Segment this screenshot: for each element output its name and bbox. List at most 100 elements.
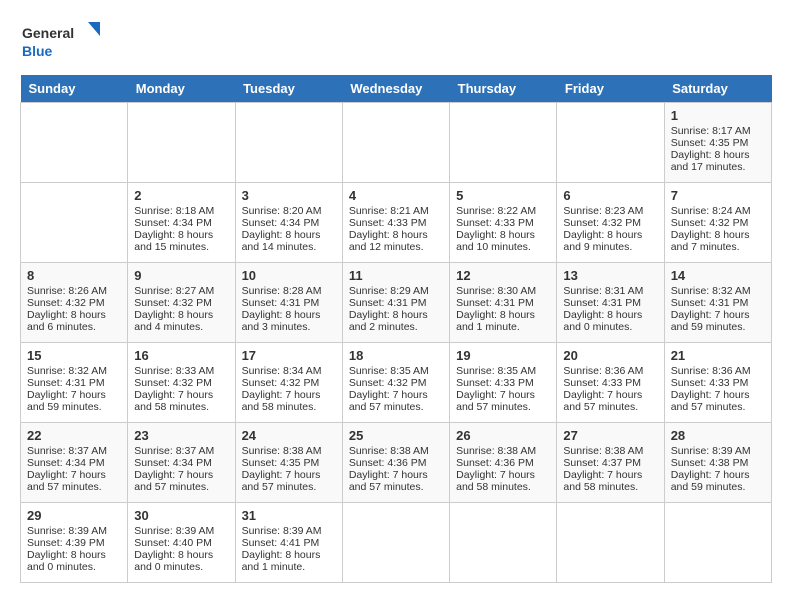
week-row: 1Sunrise: 8:17 AMSunset: 4:35 PMDaylight… (21, 103, 772, 183)
day-cell: 26Sunrise: 8:38 AMSunset: 4:36 PMDayligh… (450, 423, 557, 503)
header-row: SundayMondayTuesdayWednesdayThursdayFrid… (21, 75, 772, 103)
sunrise: Sunrise: 8:23 AM (563, 205, 643, 217)
sunset: Sunset: 4:33 PM (563, 377, 641, 389)
sunrise: Sunrise: 8:39 AM (671, 445, 751, 457)
sunrise: Sunrise: 8:38 AM (242, 445, 322, 457)
sunrise: Sunrise: 8:37 AM (134, 445, 214, 457)
sunset: Sunset: 4:34 PM (134, 217, 212, 229)
day-number: 24 (242, 428, 336, 443)
sunrise: Sunrise: 8:20 AM (242, 205, 322, 217)
day-number: 25 (349, 428, 443, 443)
week-row: 29Sunrise: 8:39 AMSunset: 4:39 PMDayligh… (21, 503, 772, 583)
daylight: Daylight: 8 hours and 2 minutes. (349, 309, 428, 333)
day-cell: 25Sunrise: 8:38 AMSunset: 4:36 PMDayligh… (342, 423, 449, 503)
day-number: 10 (242, 268, 336, 283)
sunrise: Sunrise: 8:29 AM (349, 285, 429, 297)
sunset: Sunset: 4:41 PM (242, 537, 320, 549)
day-number: 11 (349, 268, 443, 283)
daylight: Daylight: 7 hours and 59 minutes. (27, 389, 106, 413)
header-day: Monday (128, 75, 235, 103)
sunset: Sunset: 4:32 PM (349, 377, 427, 389)
sunrise: Sunrise: 8:26 AM (27, 285, 107, 297)
day-number: 27 (563, 428, 657, 443)
day-number: 26 (456, 428, 550, 443)
sunset: Sunset: 4:37 PM (563, 457, 641, 469)
daylight: Daylight: 8 hours and 15 minutes. (134, 229, 213, 253)
empty-cell (557, 103, 664, 183)
sunrise: Sunrise: 8:18 AM (134, 205, 214, 217)
calendar-table: SundayMondayTuesdayWednesdayThursdayFrid… (20, 75, 772, 583)
sunset: Sunset: 4:32 PM (134, 297, 212, 309)
day-number: 20 (563, 348, 657, 363)
day-cell (450, 503, 557, 583)
daylight: Daylight: 8 hours and 17 minutes. (671, 149, 750, 173)
svg-text:Blue: Blue (22, 43, 53, 59)
day-cell: 16Sunrise: 8:33 AMSunset: 4:32 PMDayligh… (128, 343, 235, 423)
sunrise: Sunrise: 8:38 AM (349, 445, 429, 457)
day-number: 2 (134, 188, 228, 203)
daylight: Daylight: 8 hours and 0 minutes. (27, 549, 106, 573)
day-cell: 24Sunrise: 8:38 AMSunset: 4:35 PMDayligh… (235, 423, 342, 503)
sunset: Sunset: 4:31 PM (563, 297, 641, 309)
empty-cell (21, 103, 128, 183)
sunrise: Sunrise: 8:22 AM (456, 205, 536, 217)
sunset: Sunset: 4:35 PM (242, 457, 320, 469)
daylight: Daylight: 7 hours and 57 minutes. (456, 389, 535, 413)
sunset: Sunset: 4:31 PM (242, 297, 320, 309)
day-number: 21 (671, 348, 765, 363)
day-cell: 9Sunrise: 8:27 AMSunset: 4:32 PMDaylight… (128, 263, 235, 343)
week-row: 15Sunrise: 8:32 AMSunset: 4:31 PMDayligh… (21, 343, 772, 423)
sunset: Sunset: 4:36 PM (456, 457, 534, 469)
day-number: 19 (456, 348, 550, 363)
day-cell: 21Sunrise: 8:36 AMSunset: 4:33 PMDayligh… (664, 343, 771, 423)
day-cell: 14Sunrise: 8:32 AMSunset: 4:31 PMDayligh… (664, 263, 771, 343)
day-cell (21, 183, 128, 263)
sunset: Sunset: 4:33 PM (456, 217, 534, 229)
day-cell: 11Sunrise: 8:29 AMSunset: 4:31 PMDayligh… (342, 263, 449, 343)
sunset: Sunset: 4:31 PM (456, 297, 534, 309)
day-number: 23 (134, 428, 228, 443)
day-number: 8 (27, 268, 121, 283)
sunrise: Sunrise: 8:39 AM (242, 525, 322, 537)
daylight: Daylight: 8 hours and 0 minutes. (134, 549, 213, 573)
day-number: 18 (349, 348, 443, 363)
sunset: Sunset: 4:32 PM (27, 297, 105, 309)
sunrise: Sunrise: 8:32 AM (671, 285, 751, 297)
day-number: 17 (242, 348, 336, 363)
sunset: Sunset: 4:31 PM (27, 377, 105, 389)
logo: General Blue (20, 20, 100, 65)
day-cell: 19Sunrise: 8:35 AMSunset: 4:33 PMDayligh… (450, 343, 557, 423)
day-number: 12 (456, 268, 550, 283)
daylight: Daylight: 7 hours and 58 minutes. (563, 469, 642, 493)
sunrise: Sunrise: 8:35 AM (349, 365, 429, 377)
daylight: Daylight: 7 hours and 57 minutes. (27, 469, 106, 493)
day-cell: 1Sunrise: 8:17 AMSunset: 4:35 PMDaylight… (664, 103, 771, 183)
header-day: Sunday (21, 75, 128, 103)
sunset: Sunset: 4:34 PM (134, 457, 212, 469)
daylight: Daylight: 7 hours and 57 minutes. (349, 389, 428, 413)
sunset: Sunset: 4:34 PM (27, 457, 105, 469)
sunrise: Sunrise: 8:24 AM (671, 205, 751, 217)
day-cell (342, 503, 449, 583)
day-cell: 28Sunrise: 8:39 AMSunset: 4:38 PMDayligh… (664, 423, 771, 503)
week-row: 8Sunrise: 8:26 AMSunset: 4:32 PMDaylight… (21, 263, 772, 343)
day-number: 14 (671, 268, 765, 283)
daylight: Daylight: 7 hours and 58 minutes. (242, 389, 321, 413)
sunset: Sunset: 4:40 PM (134, 537, 212, 549)
day-cell: 22Sunrise: 8:37 AMSunset: 4:34 PMDayligh… (21, 423, 128, 503)
daylight: Daylight: 8 hours and 12 minutes. (349, 229, 428, 253)
week-row: 22Sunrise: 8:37 AMSunset: 4:34 PMDayligh… (21, 423, 772, 503)
daylight: Daylight: 7 hours and 57 minutes. (563, 389, 642, 413)
sunset: Sunset: 4:35 PM (671, 137, 749, 149)
day-number: 9 (134, 268, 228, 283)
empty-cell (342, 103, 449, 183)
day-number: 5 (456, 188, 550, 203)
sunrise: Sunrise: 8:39 AM (27, 525, 107, 537)
daylight: Daylight: 7 hours and 59 minutes. (671, 469, 750, 493)
page-header: General Blue (20, 20, 772, 65)
sunset: Sunset: 4:38 PM (671, 457, 749, 469)
daylight: Daylight: 8 hours and 0 minutes. (563, 309, 642, 333)
header-day: Thursday (450, 75, 557, 103)
day-cell: 4Sunrise: 8:21 AMSunset: 4:33 PMDaylight… (342, 183, 449, 263)
sunrise: Sunrise: 8:28 AM (242, 285, 322, 297)
